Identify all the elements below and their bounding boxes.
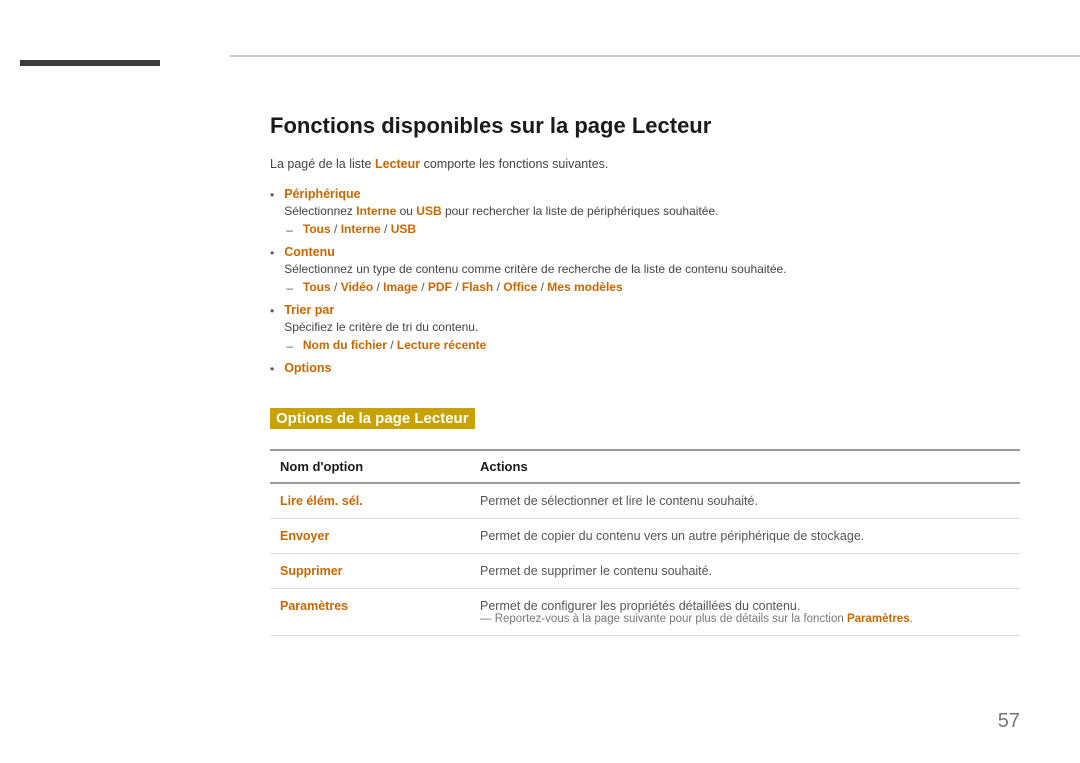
- sub-links-contenu: Tous / Vidéo / Image / PDF / Flash / Off…: [303, 280, 623, 294]
- bullet-title-options: Options: [284, 361, 1020, 375]
- sub-links-trier: Nom du fichier / Lecture récente: [303, 338, 486, 352]
- sub-item-peripherique: – Tous / Interne / USB: [286, 222, 1020, 237]
- sidebar: [0, 0, 230, 763]
- table-header-row: Nom d'option Actions: [270, 450, 1020, 483]
- link-lecture-recente: Lecture récente: [397, 338, 486, 352]
- link-nom-fichier: Nom du fichier: [303, 338, 387, 352]
- opt-name-parametres: Paramètres: [270, 589, 470, 636]
- options-table: Nom d'option Actions Lire élém. sél. Per…: [270, 449, 1020, 636]
- bullet-dot-1: •: [270, 188, 274, 202]
- link-office: Office: [503, 280, 537, 294]
- link-interne: Interne: [341, 222, 381, 236]
- opt-name-supprimer: Supprimer: [270, 554, 470, 589]
- link-flash: Flash: [462, 280, 493, 294]
- link-usb: USB: [391, 222, 416, 236]
- table-row-lire: Lire élém. sél. Permet de sélectionner e…: [270, 483, 1020, 519]
- sub-dash-1: –: [286, 223, 293, 237]
- bullet-content-1: Périphérique Sélectionnez Interne ou USB…: [284, 187, 1020, 237]
- link-tous-peripherique: Tous: [303, 222, 331, 236]
- section2-title: Options de la page Lecteur: [276, 410, 469, 427]
- intro-keyword: Lecteur: [375, 157, 420, 171]
- page-title: Fonctions disponibles sur la page Lecteu…: [270, 113, 1020, 139]
- main-content: Fonctions disponibles sur la page Lecteu…: [230, 55, 1080, 763]
- opt-name-lire: Lire élém. sél.: [270, 483, 470, 519]
- col-header-actions: Actions: [470, 450, 1020, 483]
- section2-highlight: Options de la page Lecteur: [270, 408, 475, 429]
- bullet-dot-3: •: [270, 304, 274, 318]
- bullet-desc-contenu: Sélectionnez un type de contenu comme cr…: [284, 262, 1020, 276]
- intro-text-before: La pagé de la liste: [270, 157, 375, 171]
- intro-paragraph: La pagé de la liste Lecteur comporte les…: [270, 157, 1020, 171]
- sep1: /: [331, 222, 341, 236]
- bullet-title-peripherique: Périphérique: [284, 187, 1020, 201]
- bullet-options: • Options: [270, 361, 1020, 378]
- col-header-option: Nom d'option: [270, 450, 470, 483]
- link-image: Image: [383, 280, 418, 294]
- bullet-dot-4: •: [270, 362, 274, 376]
- table-row-supprimer: Supprimer Permet de supprimer le contenu…: [270, 554, 1020, 589]
- link-tous-contenu: Tous: [303, 280, 331, 294]
- opt-name-envoyer: Envoyer: [270, 519, 470, 554]
- bullet-desc-peripherique: Sélectionnez Interne ou USB pour recherc…: [284, 204, 1020, 218]
- sub-dash-3: –: [286, 339, 293, 353]
- parametres-note: ― Reportez-vous à la page suivante pour …: [480, 613, 1010, 625]
- opt-desc-supprimer: Permet de supprimer le contenu souhaité.: [470, 554, 1020, 589]
- bullet-dot-2: •: [270, 246, 274, 260]
- bullet-contenu: • Contenu Sélectionnez un type de conten…: [270, 245, 1020, 295]
- link-video: Vidéo: [341, 280, 373, 294]
- sub-links-peripherique: Tous / Interne / USB: [303, 222, 416, 236]
- sub-item-contenu: – Tous / Vidéo / Image / PDF / Flash / O…: [286, 280, 1020, 295]
- bullet-trier: • Trier par Spécifiez le critère de tri …: [270, 303, 1020, 353]
- intro-text-after: comporte les fonctions suivantes.: [420, 157, 608, 171]
- bullet-title-trier: Trier par: [284, 303, 1020, 317]
- parametres-note-keyword: Paramètres: [847, 613, 910, 625]
- opt-desc-lire: Permet de sélectionner et lire le conten…: [470, 483, 1020, 519]
- sidebar-decoration-bar: [20, 60, 160, 66]
- page-number: 57: [998, 710, 1020, 733]
- bullet-peripherique: • Périphérique Sélectionnez Interne ou U…: [270, 187, 1020, 237]
- sep2: /: [381, 222, 391, 236]
- link-mes-modeles: Mes modèles: [547, 280, 622, 294]
- table-row-parametres: Paramètres Permet de configurer les prop…: [270, 589, 1020, 636]
- opt-desc-envoyer: Permet de copier du contenu vers un autr…: [470, 519, 1020, 554]
- bullet-content-3: Trier par Spécifiez le critère de tri du…: [284, 303, 1020, 353]
- bullet-content-4: Options: [284, 361, 1020, 378]
- bullet-title-contenu: Contenu: [284, 245, 1020, 259]
- parametres-main-desc: Permet de configurer les propriétés déta…: [480, 599, 1010, 613]
- sub-item-trier: – Nom du fichier / Lecture récente: [286, 338, 1020, 353]
- bullet-content-2: Contenu Sélectionnez un type de contenu …: [284, 245, 1020, 295]
- table-row-envoyer: Envoyer Permet de copier du contenu vers…: [270, 519, 1020, 554]
- opt-desc-parametres: Permet de configurer les propriétés déta…: [470, 589, 1020, 636]
- bullet-desc-trier: Spécifiez le critère de tri du contenu.: [284, 320, 1020, 334]
- sub-dash-2: –: [286, 281, 293, 295]
- link-pdf: PDF: [428, 280, 452, 294]
